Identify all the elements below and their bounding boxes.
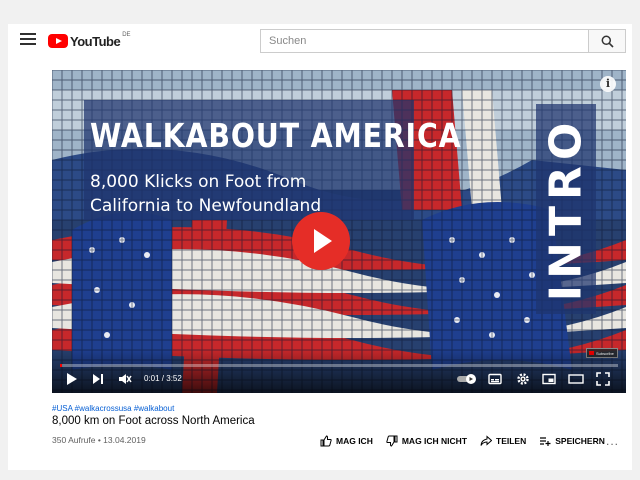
save-button[interactable]: SPEICHERN xyxy=(539,435,605,447)
menu-icon[interactable] xyxy=(20,33,36,47)
overlay-subtitle-line1: 8,000 Klicks on Foot from xyxy=(90,172,307,192)
miniplayer-icon[interactable] xyxy=(542,372,556,386)
add-to-playlist-icon xyxy=(540,437,551,446)
youtube-logo[interactable]: YouTube DE xyxy=(48,32,131,49)
youtube-window: YouTube DE Suchen WALKABOUT AMERICA 8,00… xyxy=(8,24,632,470)
video-player[interactable]: WALKABOUT AMERICA 8,000 Klicks on Foot f… xyxy=(52,70,626,393)
share-button[interactable]: TEILEN xyxy=(480,435,526,447)
like-label: MAG ICH xyxy=(336,436,373,446)
overlay-title: WALKABOUT AMERICA xyxy=(90,116,462,155)
share-label: TEILEN xyxy=(496,436,527,446)
time-display: 0:01 / 3:52 xyxy=(144,374,182,383)
mute-icon[interactable] xyxy=(118,372,132,386)
country-code: DE xyxy=(122,32,131,38)
search-bar xyxy=(260,29,626,53)
search-button[interactable] xyxy=(588,29,626,53)
progress-bar[interactable] xyxy=(60,364,618,367)
autoplay-toggle-icon[interactable] xyxy=(456,373,478,385)
settings-gear-icon[interactable] xyxy=(516,372,530,386)
video-hashtags[interactable]: #USA #walkacrossusa #walkabout xyxy=(52,404,174,413)
progress-bar-fill xyxy=(60,364,63,367)
player-controls: 0:01 / 3:52 xyxy=(52,370,626,390)
share-arrow-icon xyxy=(480,435,493,446)
video-actions: MAG ICH MAG ICH NICHT TEILEN SPEICHERN xyxy=(320,434,618,448)
dislike-button[interactable]: MAG ICH NICHT xyxy=(386,435,467,447)
thumbs-up-icon xyxy=(320,435,332,447)
youtube-play-icon xyxy=(48,34,68,48)
top-bar: YouTube DE xyxy=(8,24,632,58)
intro-label: INTRO xyxy=(540,116,592,302)
play-icon[interactable] xyxy=(66,372,78,386)
info-icon[interactable]: i xyxy=(600,76,616,92)
dislike-label: MAG ICH NICHT xyxy=(401,436,468,446)
fullscreen-icon[interactable] xyxy=(596,372,610,386)
more-actions-icon[interactable]: ... xyxy=(606,435,619,447)
thumbs-down-icon xyxy=(386,435,398,447)
theater-mode-icon[interactable] xyxy=(568,372,584,386)
subtitles-icon[interactable] xyxy=(488,372,502,386)
overlay-subtitle-line2: California to Newfoundland xyxy=(90,196,322,216)
next-icon[interactable] xyxy=(92,372,104,386)
logo-text: YouTube xyxy=(70,33,121,49)
search-input[interactable] xyxy=(260,29,588,53)
intro-overlay: INTRO xyxy=(536,104,596,314)
title-overlay: WALKABOUT AMERICA 8,000 Klicks on Foot f… xyxy=(84,100,461,220)
large-play-button[interactable] xyxy=(292,212,350,270)
search-icon xyxy=(601,35,614,48)
like-button[interactable]: MAG ICH xyxy=(320,435,373,447)
view-count-date: 350 Aufrufe • 13.04.2019 xyxy=(52,435,146,445)
save-label: SPEICHERN xyxy=(555,436,605,446)
video-title: 8,000 km on Foot across North America xyxy=(52,415,255,427)
